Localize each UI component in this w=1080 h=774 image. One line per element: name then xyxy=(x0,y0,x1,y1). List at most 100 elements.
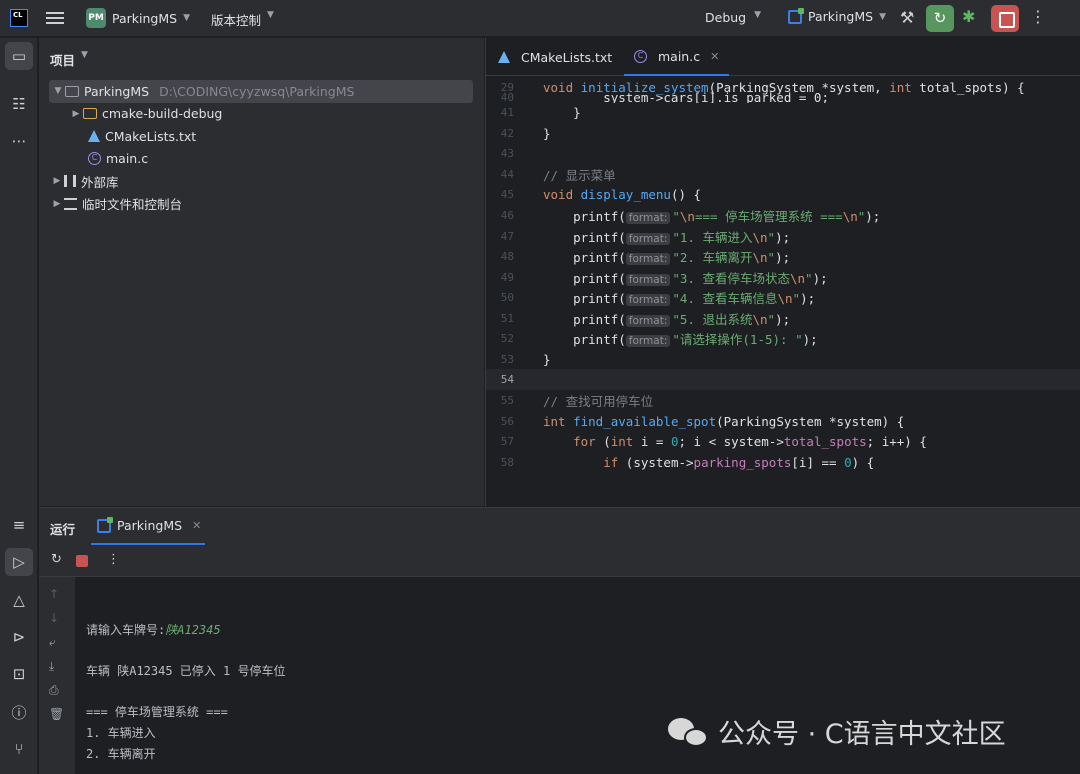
problems-icon[interactable]: ⓘ xyxy=(5,698,33,726)
c-file-icon: C xyxy=(88,152,101,166)
build-config-selector[interactable]: Debug ▼ xyxy=(705,10,761,25)
tree-item-project-root[interactable]: ▼ ParkingMS D:\CODING\cyyzwsq\ParkingMS xyxy=(49,80,473,103)
tab-cmakelists[interactable]: CMakeLists.txt xyxy=(488,38,622,76)
code-token: \n xyxy=(752,311,768,327)
code-comment: // 显示菜单 xyxy=(543,167,616,183)
tree-item-label: 临时文件和控制台 xyxy=(82,197,183,213)
run-header: 运行 ParkingMS ✕ xyxy=(39,507,1080,545)
print-icon[interactable]: ⎙ xyxy=(49,683,59,698)
close-icon[interactable]: ✕ xyxy=(192,519,201,532)
code-token: printf( xyxy=(573,311,626,327)
stop-icon[interactable] xyxy=(76,555,88,567)
git-branch-icon[interactable]: ⑂ xyxy=(5,735,33,763)
more-tools-icon[interactable]: ⋯ xyxy=(5,127,33,155)
collapse-arrow-icon[interactable]: ▶ xyxy=(50,199,64,209)
cmake-icon[interactable]: △ xyxy=(5,586,33,614)
code-token: if xyxy=(603,454,619,470)
code-line: 47 printf(format: "1. 车辆进入\n"); xyxy=(486,226,1080,247)
code-token: printf( xyxy=(573,229,626,245)
code-token: " xyxy=(767,249,776,265)
tree-item-main-c[interactable]: C main.c xyxy=(39,148,484,171)
code-token: " xyxy=(767,229,776,245)
project-panel-header[interactable]: 项目 ▼ xyxy=(50,50,88,69)
line-number: 44 xyxy=(500,167,514,181)
structure-icon[interactable]: ☷ xyxy=(5,90,33,118)
editor-tabs: CMakeLists.txt C main.c ✕ xyxy=(486,38,1080,76)
more-actions-icon[interactable]: ⋮ xyxy=(107,552,120,567)
code-token: "4. 查看车辆信息 xyxy=(672,290,778,306)
tree-item-external-libraries[interactable]: ▶ 外部库 xyxy=(39,170,484,193)
project-tree: ▼ ParkingMS D:\CODING\cyyzwsq\ParkingMS … xyxy=(39,80,484,215)
more-actions-icon[interactable]: ⋮ xyxy=(1030,7,1046,26)
services-icon[interactable]: ⊳ xyxy=(5,623,33,651)
code-token: \n xyxy=(777,290,793,306)
up-arrow-icon[interactable]: ↑ xyxy=(49,587,59,601)
console-line: 1. 车辆进入 xyxy=(86,726,156,740)
code-token: \n xyxy=(679,208,695,224)
run-config-selector[interactable]: ParkingMS ▼ xyxy=(788,7,886,24)
close-icon[interactable]: ✕ xyxy=(710,50,719,63)
run-tab-parkingms[interactable]: ParkingMS ✕ xyxy=(97,516,201,533)
code-token: int xyxy=(543,413,574,429)
code-token: ) { xyxy=(851,454,875,470)
project-switcher[interactable]: PM ParkingMS ▼ xyxy=(86,7,190,29)
code-token: } xyxy=(543,104,581,120)
main-toolbar: CL PM ParkingMS ▼ 版本控制 ▼ Debug ▼ Parking… xyxy=(0,0,1080,37)
cmake-file-icon xyxy=(88,130,100,143)
code-token: 0 xyxy=(670,433,679,449)
collapse-arrow-icon[interactable]: ▶ xyxy=(50,176,64,186)
terminal-icon[interactable]: ⊡ xyxy=(5,660,33,688)
run-title: 运行 xyxy=(50,522,76,537)
code-token: for xyxy=(573,433,596,449)
console-user-input: 陕A12345 xyxy=(165,623,221,637)
chevron-down-icon: ▼ xyxy=(879,11,886,22)
code-editor: CMakeLists.txt C main.c ✕ 29 void initial… xyxy=(485,38,1080,506)
code-token: find_available_spot xyxy=(573,413,717,429)
down-arrow-icon[interactable]: ↓ xyxy=(49,611,59,625)
code-token: printf( xyxy=(573,249,626,265)
rerun-icon[interactable]: ↻ xyxy=(51,552,62,567)
build-hammer-icon[interactable]: ⚒ xyxy=(900,8,914,27)
tab-main-c[interactable]: C main.c ✕ xyxy=(624,38,730,76)
console-actions: ↑ ↓ ⤶ ⤓ ⎙ 🗑 xyxy=(39,577,75,774)
soft-wrap-icon[interactable]: ⤶ xyxy=(49,635,56,650)
todo-list-icon[interactable]: ≡ xyxy=(5,511,33,539)
clion-logo-icon: CL xyxy=(10,9,28,27)
line-number: 52 xyxy=(500,331,514,345)
stop-button[interactable] xyxy=(991,5,1019,32)
parameter-hint: format: xyxy=(625,211,671,224)
code-token: } xyxy=(543,351,551,367)
tree-item-cmake-build-debug[interactable]: ▶ cmake-build-debug xyxy=(39,103,484,126)
code-line: 42} xyxy=(486,123,1080,144)
collapse-arrow-icon[interactable]: ▶ xyxy=(69,109,83,119)
vcs-menu[interactable]: 版本控制 ▼ xyxy=(211,10,274,29)
debug-bug-icon[interactable]: ✱ xyxy=(962,7,975,26)
scroll-to-end-icon[interactable]: ⤓ xyxy=(49,659,54,674)
parameter-hint: format: xyxy=(625,252,671,265)
project-folder-icon[interactable]: ▭ xyxy=(5,42,33,70)
run-icon[interactable]: ▷ xyxy=(5,548,33,576)
code-line: 51 printf(format: "5. 退出系统\n"); xyxy=(486,308,1080,329)
project-name: ParkingMS xyxy=(112,10,178,26)
code-token: void xyxy=(543,186,581,202)
main-menu-icon[interactable] xyxy=(46,9,64,27)
wechat-icon xyxy=(668,716,710,748)
code-token: printf( xyxy=(573,270,626,286)
trash-icon[interactable]: 🗑 xyxy=(49,707,64,721)
code-area[interactable]: 29 void initialize_system(ParkingSystem *… xyxy=(486,77,1080,506)
parameter-hint: format: xyxy=(625,314,671,327)
rerun-button[interactable]: ↻ xyxy=(926,5,954,32)
line-number: 50 xyxy=(500,290,514,304)
project-folder-icon xyxy=(65,85,79,97)
tree-item-scratches[interactable]: ▶ 临时文件和控制台 xyxy=(39,193,484,216)
code-token: ); xyxy=(865,208,881,224)
project-panel-title: 项目 xyxy=(50,53,76,68)
tree-item-cmakelists[interactable]: CMakeLists.txt xyxy=(39,125,484,148)
parameter-hint: format: xyxy=(625,232,671,245)
console-prompt: 请输入车牌号: xyxy=(86,623,166,637)
expand-arrow-icon[interactable]: ▼ xyxy=(51,86,65,96)
build-config-label: Debug xyxy=(705,10,747,25)
code-line: 52 printf(format: "请选择操作(1-5): "); xyxy=(486,328,1080,349)
chevron-down-icon: ▼ xyxy=(81,50,88,60)
library-icon xyxy=(64,175,76,188)
